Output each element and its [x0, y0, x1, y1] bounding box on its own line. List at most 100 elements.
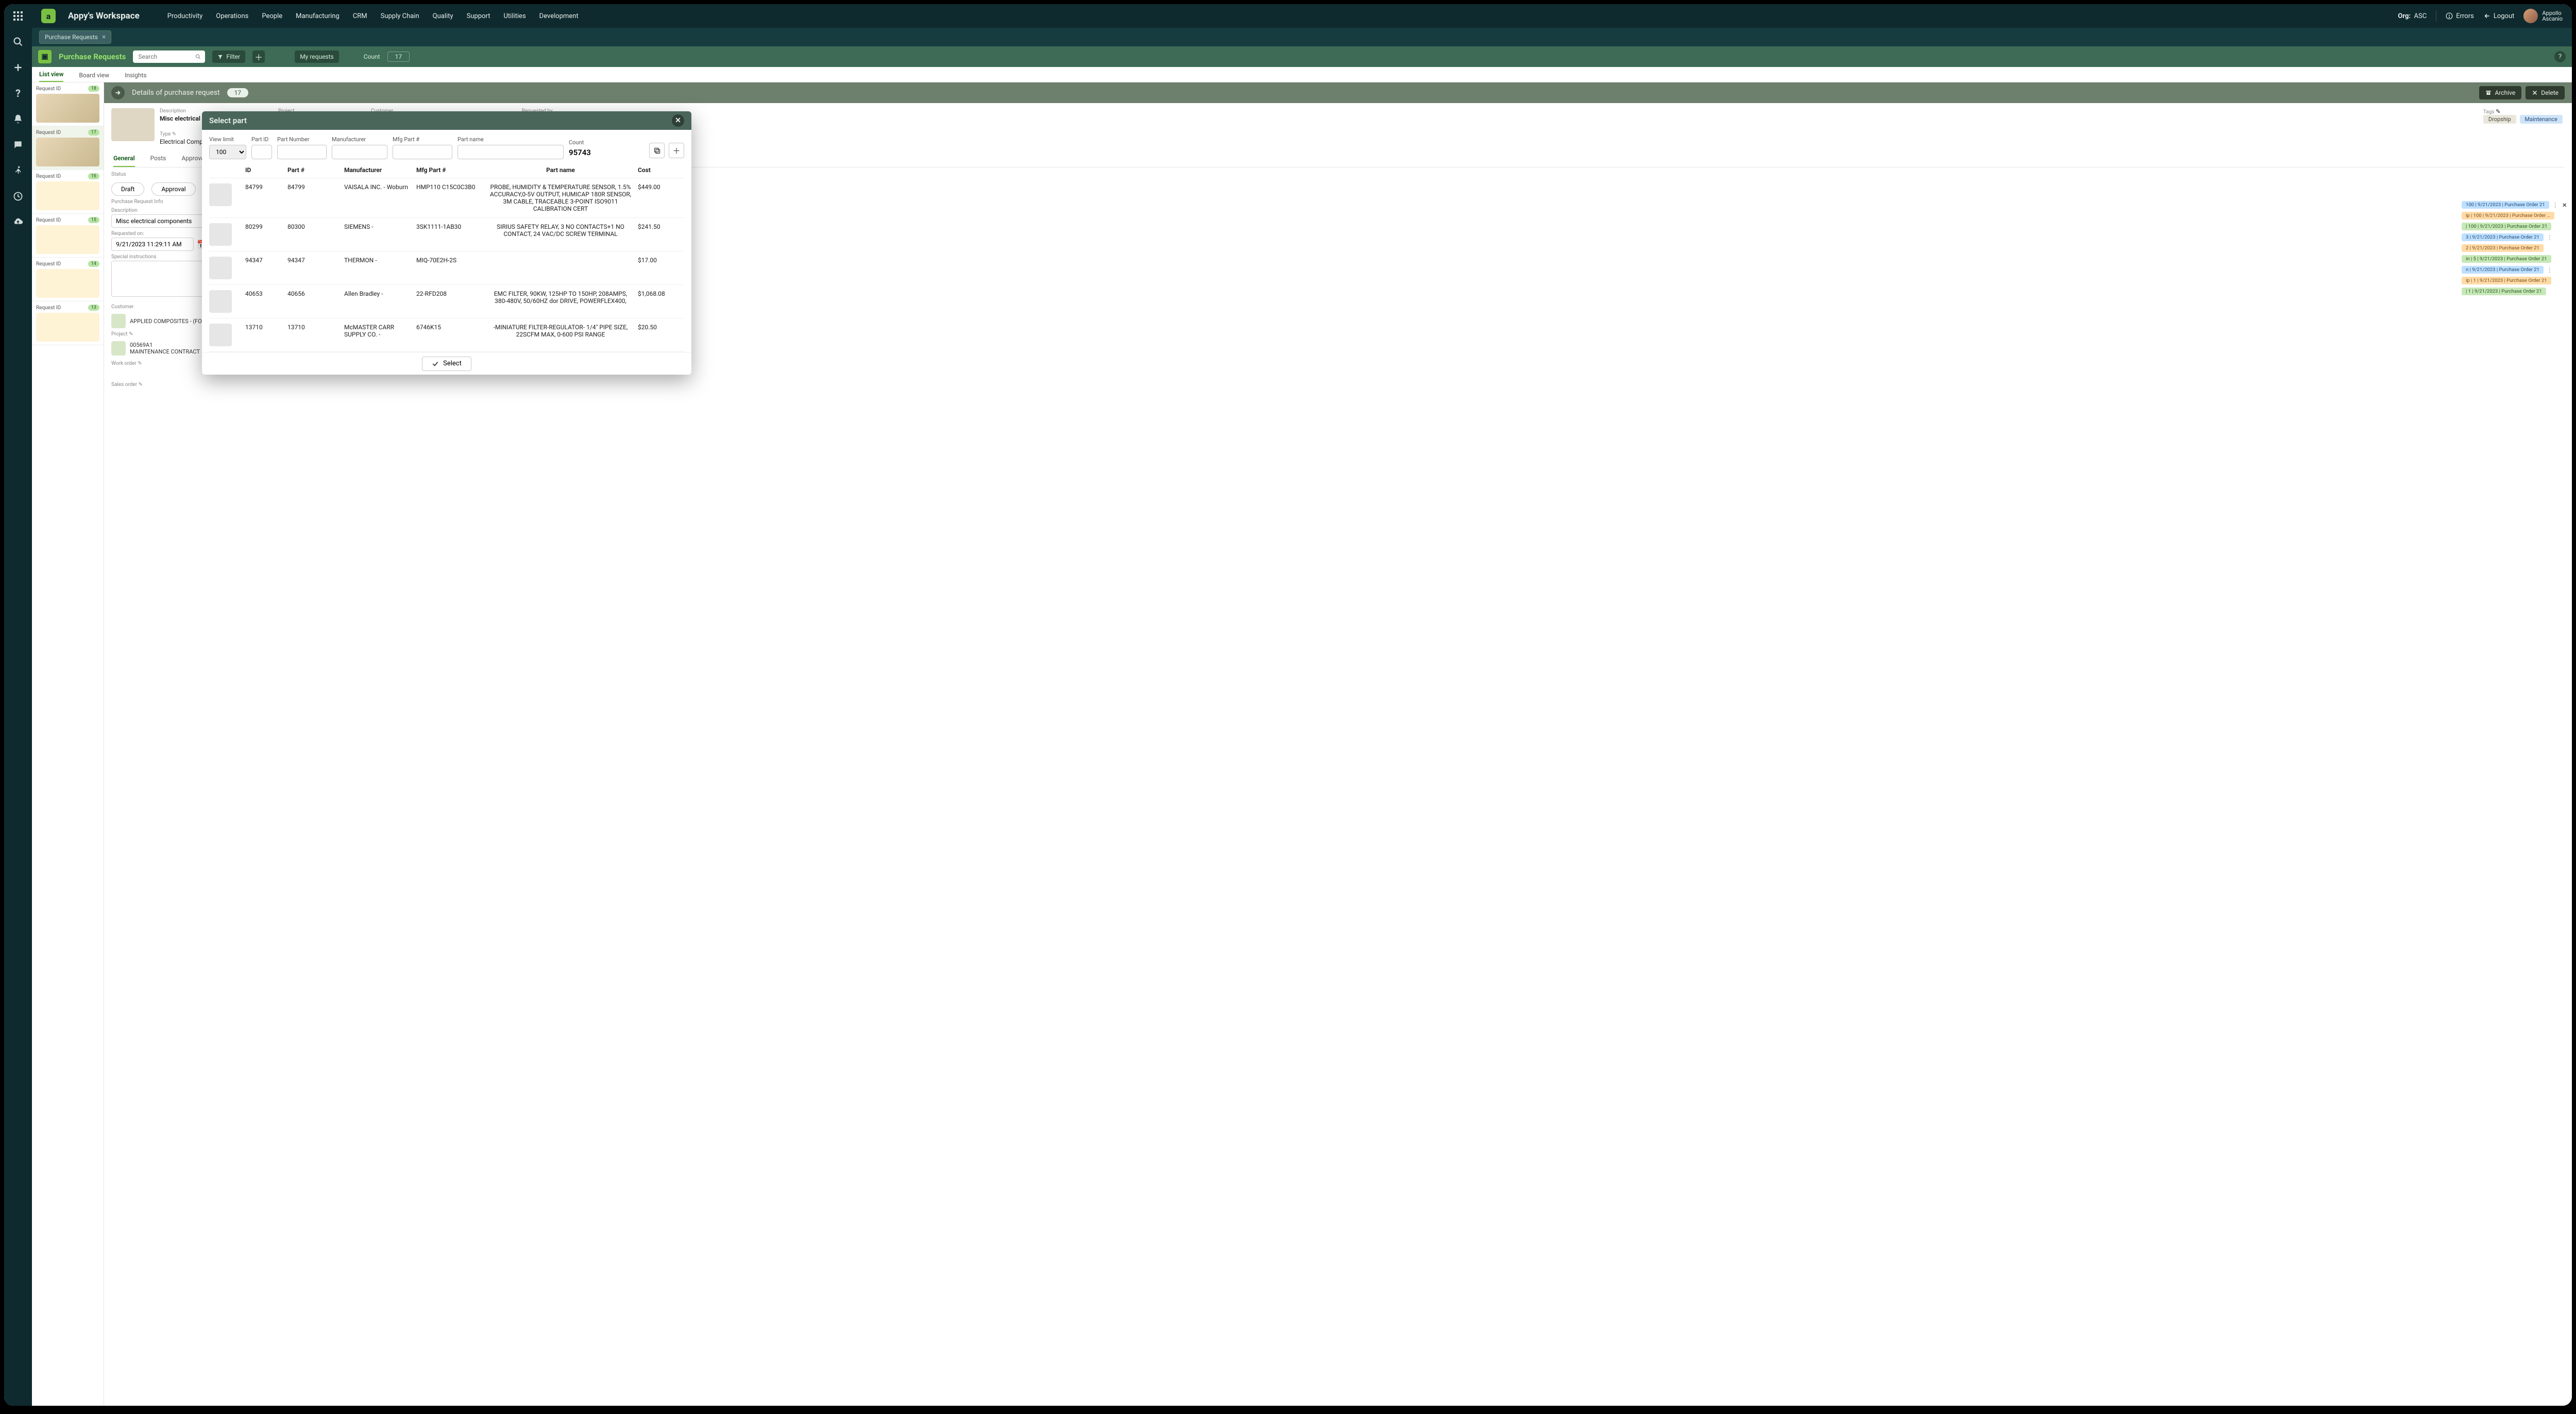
count-value: 95743 — [569, 148, 591, 159]
plus-icon[interactable] — [12, 62, 24, 73]
cell-id: 80299 — [245, 223, 282, 230]
notification-chip[interactable]: n | 9/21/2023 | Purchase Order 21 — [2462, 266, 2544, 274]
kebab-icon[interactable]: ⋮ — [2552, 201, 2558, 209]
notification-chip[interactable]: | 100 | 9/21/2023 | Purchase Order 21 — [2462, 223, 2551, 230]
nav-development[interactable]: Development — [539, 12, 579, 20]
edit-tags-icon[interactable]: ✎ — [2496, 108, 2500, 115]
table-row[interactable]: 8029980300SIEMENS -3SK1111-1AB30SIRIUS S… — [209, 218, 684, 251]
cloud-icon[interactable] — [12, 216, 24, 228]
notification-chip[interactable]: ip | 1 | 9/21/2023 | Purchase Order 21 — [2462, 277, 2551, 284]
tab-list-view[interactable]: List view — [39, 71, 63, 82]
chat-icon[interactable] — [12, 139, 24, 150]
close-icon[interactable]: × — [2562, 200, 2567, 210]
logout-link[interactable]: Logout — [2483, 12, 2515, 20]
view-limit-select[interactable]: 100 — [209, 145, 246, 159]
collapse-icon[interactable] — [111, 86, 125, 99]
label-tags: Tags — [2483, 109, 2495, 115]
help-icon[interactable]: ? — [12, 88, 24, 99]
add-button[interactable]: ＋ — [252, 50, 265, 63]
tab-general[interactable]: General — [113, 150, 135, 167]
add-icon[interactable]: ＋ — [669, 143, 684, 158]
bell-icon[interactable] — [12, 113, 24, 125]
table-row[interactable]: 9434794347THERMON -MIQ-70E2H-2S$17.00 — [209, 251, 684, 285]
apps-icon[interactable] — [12, 10, 24, 22]
tag-maintenance[interactable]: Maintenance — [2520, 115, 2563, 124]
module-title: Purchase Requests — [59, 52, 126, 61]
part-name-input[interactable] — [457, 145, 564, 159]
nav-quality[interactable]: Quality — [433, 12, 453, 20]
part-id-input[interactable] — [251, 145, 272, 159]
list-item[interactable]: Request ID16 — [32, 170, 104, 214]
kebab-icon[interactable]: ⋮ — [2547, 234, 2553, 241]
status-draft[interactable]: Draft — [111, 182, 144, 196]
search-box[interactable] — [133, 50, 205, 63]
table-row[interactable]: 1371013710McMASTER CARR SUPPLY CO. -6746… — [209, 318, 684, 352]
requested-on-input[interactable] — [111, 238, 194, 251]
notification-chip[interactable]: 3 | 9/21/2023 | Purchase Order 21 — [2462, 233, 2544, 241]
thumb-icon — [36, 269, 99, 298]
logo-icon[interactable]: a — [41, 9, 56, 23]
archive-button[interactable]: Archive — [2479, 86, 2521, 99]
select-button[interactable]: Select — [422, 357, 471, 371]
nav-crm[interactable]: CRM — [353, 12, 367, 20]
module-header: ▣ Purchase Requests Filter ＋ My requests… — [32, 46, 2572, 67]
tag-dropship[interactable]: Dropship — [2483, 115, 2516, 124]
cell-name: PROBE, HUMIDITY & TEMPERATURE SENSOR, 1.… — [488, 183, 633, 212]
tab-insights[interactable]: Insights — [125, 72, 146, 82]
tab-board-view[interactable]: Board view — [79, 72, 109, 82]
thumb-icon — [36, 225, 99, 254]
errors-link[interactable]: Errors — [2446, 12, 2474, 20]
table-row[interactable]: 8479984799VAISALA INC. - WoburnHMP110 C1… — [209, 178, 684, 218]
table-row[interactable]: 4065340656Allen Bradley -22-RFD208EMC FI… — [209, 285, 684, 318]
nav-operations[interactable]: Operations — [216, 12, 248, 20]
filter-button[interactable]: Filter — [212, 50, 245, 63]
org-label: Org: ASC — [2398, 12, 2427, 20]
kebab-icon[interactable]: ⋮ — [2547, 266, 2553, 274]
nav-supply-chain[interactable]: Supply Chain — [381, 12, 419, 20]
label-count: Count — [569, 139, 591, 146]
manufacturer-input[interactable] — [332, 145, 387, 159]
notification-chip[interactable]: in | 5 | 9/21/2023 | Purchase Order 21 — [2462, 255, 2551, 263]
my-requests-button[interactable]: My requests — [295, 50, 339, 63]
user-last: Ascanio — [2542, 16, 2563, 22]
cell-mfr: VAISALA INC. - Woburn — [344, 183, 411, 191]
notification-chip[interactable]: 100 | 9/21/2023 | Purchase Order 21 — [2462, 201, 2549, 209]
nav-utilities[interactable]: Utilities — [503, 12, 526, 20]
part-number-input[interactable] — [277, 145, 327, 159]
delete-button[interactable]: Delete — [2526, 86, 2565, 99]
tags-area: Tags ✎ Dropship Maintenance — [2483, 108, 2565, 124]
search-input[interactable] — [137, 53, 195, 61]
notification-chip[interactable]: ip | 100 | 9/21/2023 | Purchase Order 21 — [2462, 212, 2554, 220]
mfg-part-input[interactable] — [393, 145, 452, 159]
user-menu[interactable]: Appollo Ascanio — [2523, 9, 2563, 23]
thumb-icon — [36, 181, 99, 210]
close-icon — [2532, 90, 2538, 96]
list-item[interactable]: Request ID15 — [32, 214, 104, 258]
nav-support[interactable]: Support — [467, 12, 490, 20]
tab-purchase-requests[interactable]: Purchase Requests × — [39, 30, 111, 44]
notification-chip[interactable]: 2 | 9/21/2023 | Purchase Order 21 — [2462, 244, 2544, 252]
nav-people[interactable]: People — [262, 12, 282, 20]
left-rail: ? — [4, 4, 32, 1406]
status-approval[interactable]: Approval — [151, 182, 195, 196]
close-icon[interactable]: ✕ — [672, 114, 684, 127]
list-item[interactable]: Request ID14 — [32, 258, 104, 301]
clock-icon[interactable] — [12, 191, 24, 202]
tab-posts[interactable]: Posts — [150, 150, 166, 167]
notification-chip[interactable]: | 1 | 9/21/2023 | Purchase Order 21 — [2462, 288, 2546, 295]
copy-icon[interactable] — [649, 143, 665, 158]
list-item[interactable]: Request ID17 — [32, 126, 104, 170]
nav-manufacturing[interactable]: Manufacturing — [296, 12, 340, 20]
nav-productivity[interactable]: Productivity — [167, 12, 202, 20]
search-icon[interactable] — [12, 36, 24, 47]
top-nav: Productivity Operations People Manufactu… — [167, 12, 2386, 20]
request-list: Request ID18 Request ID17 Request ID16 R… — [32, 82, 104, 1406]
list-item[interactable]: Request ID13 — [32, 301, 104, 345]
part-image — [209, 324, 232, 346]
close-icon[interactable]: × — [102, 33, 106, 41]
cell-part: 94347 — [287, 257, 339, 264]
list-item[interactable]: Request ID18 — [32, 82, 104, 126]
part-image — [209, 183, 232, 206]
run-icon[interactable] — [12, 165, 24, 176]
module-help-icon[interactable]: ? — [2554, 51, 2566, 62]
